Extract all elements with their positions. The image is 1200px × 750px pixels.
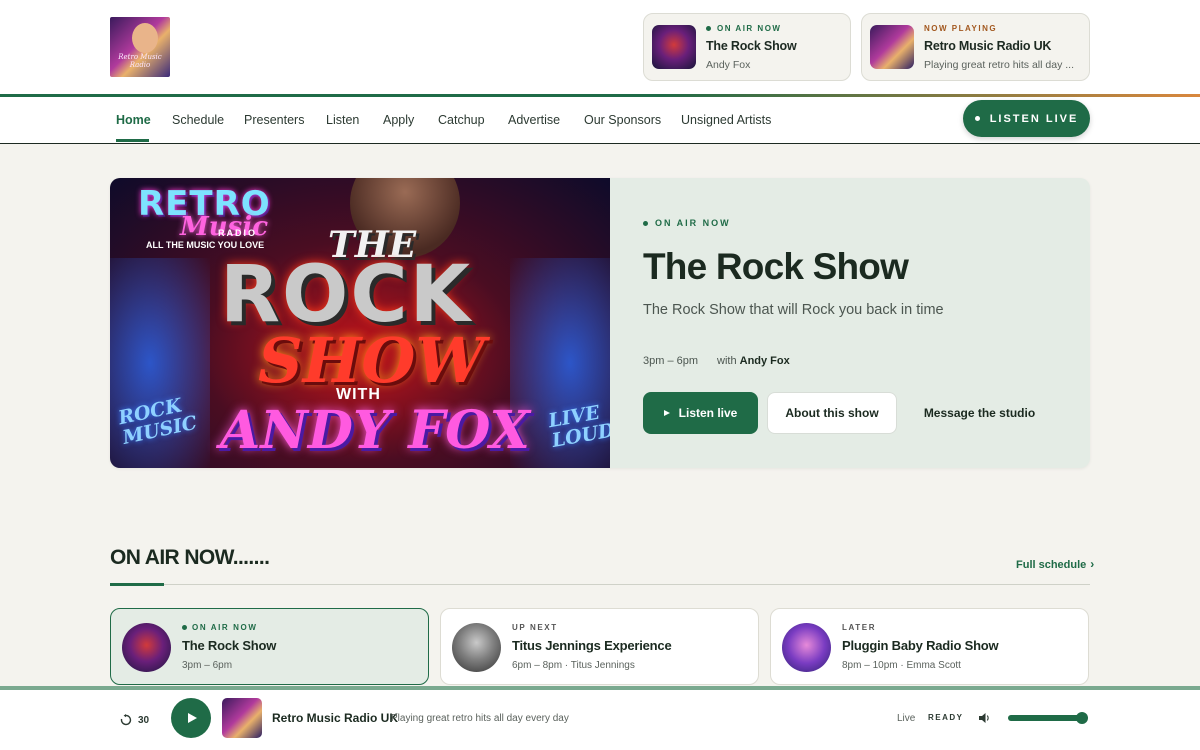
artwork-tagline: ALL THE MUSIC YOU LOVE [146, 240, 265, 250]
player-station-subtitle: Playing great retro hits all day every d… [391, 713, 569, 724]
slot-title: The Rock Show [182, 638, 277, 653]
slot-meta: 8pm – 10pm · Emma Scott [842, 660, 961, 671]
now-playing-subtitle: Playing great retro hits all day ... [924, 59, 1074, 71]
nav-item-listen[interactable]: Listen [326, 113, 359, 127]
hero-panel: RETRO Music RADIO ALL THE MUSIC YOU LOVE… [110, 178, 1090, 468]
hero-show-title: The Rock Show [643, 246, 909, 287]
artwork-presenter-name: ANDY FOX [220, 400, 530, 461]
player-status: READY [928, 713, 964, 722]
nav-item-schedule[interactable]: Schedule [172, 113, 224, 127]
slot-thumbnail [122, 623, 171, 672]
on-air-card-presenter: Andy Fox [706, 59, 751, 71]
nav-item-apply[interactable]: Apply [383, 113, 414, 127]
slot-meta: 6pm – 8pm · Titus Jennings [512, 660, 635, 671]
message-studio-button[interactable]: Message the studio [907, 392, 1052, 434]
schedule-slot-up-next[interactable]: UP NEXT Titus Jennings Experience 6pm – … [440, 608, 759, 685]
hero-show-description: The Rock Show that will Rock you back in… [643, 302, 944, 318]
station-logo[interactable]: Retro Music Radio [110, 17, 170, 77]
player-station-name: Retro Music Radio UK [272, 711, 399, 725]
artwork-radio-text: RADIO [218, 228, 257, 238]
speaker-icon [979, 713, 989, 723]
now-playing-thumbnail [870, 25, 914, 69]
site-header: Retro Music Radio ON AIR NOW The Rock Sh… [0, 0, 1200, 95]
replay-30-label: 30 [138, 714, 150, 726]
now-playing-kicker: NOW PLAYING [924, 24, 998, 33]
on-air-card-title: The Rock Show [706, 39, 797, 53]
hero-details: ON AIR NOW The Rock Show The Rock Show t… [610, 178, 1090, 468]
now-playing-card[interactable]: NOW PLAYING Retro Music Radio UK Playing… [861, 13, 1090, 81]
slot-title: Titus Jennings Experience [512, 638, 672, 653]
slot-kicker: UP NEXT [512, 623, 558, 632]
slot-kicker: LATER [842, 623, 877, 632]
hero-listen-live-button[interactable]: Listen live [643, 392, 758, 434]
slot-title: Pluggin Baby Radio Show [842, 638, 999, 653]
live-dot-icon [643, 221, 648, 227]
replay-30-button[interactable]: 30 [120, 710, 160, 730]
nav-item-home[interactable]: Home [116, 113, 151, 127]
live-dot-icon [182, 625, 187, 631]
slot-thumbnail [452, 623, 501, 672]
volume-slider-fill [1008, 715, 1082, 721]
section-divider-accent [110, 583, 164, 586]
slot-kicker: ON AIR NOW [182, 623, 257, 632]
full-schedule-link[interactable]: Full schedule › [1016, 557, 1094, 571]
on-air-card[interactable]: ON AIR NOW The Rock Show Andy Fox [643, 13, 851, 81]
chevron-right-icon: › [1090, 557, 1095, 571]
hero-presenter-name[interactable]: Andy Fox [740, 355, 790, 367]
listen-live-button[interactable]: LISTEN LIVE [963, 100, 1090, 137]
audio-player-bar: 30 Retro Music Radio UK Playing great re… [0, 690, 1200, 750]
live-dot-icon [974, 116, 980, 121]
on-air-section-title: ON AIR NOW....... [110, 546, 270, 569]
slot-meta: 3pm – 6pm [182, 660, 233, 671]
player-live-label: Live [897, 713, 916, 724]
listen-live-label: LISTEN LIVE [989, 112, 1079, 125]
schedule-slot-current[interactable]: ON AIR NOW The Rock Show 3pm – 6pm [110, 608, 429, 685]
on-air-card-kicker: ON AIR NOW [706, 24, 781, 33]
nav-item-advertise[interactable]: Advertise [508, 113, 560, 127]
about-show-button[interactable]: About this show [767, 392, 897, 434]
replay-30-icon [120, 714, 132, 726]
live-dot-icon [706, 26, 711, 32]
nav-active-indicator [116, 139, 149, 142]
volume-slider[interactable] [1008, 712, 1088, 724]
volume-slider-handle[interactable] [1075, 712, 1088, 724]
logo-portrait [132, 23, 158, 53]
nav-item-our-sponsors[interactable]: Our Sponsors [584, 113, 661, 127]
hero-presenter: with Andy Fox [717, 355, 790, 367]
hero-show-time: 3pm – 6pm [643, 355, 699, 367]
play-button[interactable] [171, 698, 211, 738]
artwork-live-loud-text: LIVE LOUD [546, 401, 610, 452]
slot-thumbnail [782, 623, 831, 672]
schedule-slot-later[interactable]: LATER Pluggin Baby Radio Show 8pm – 10pm… [770, 608, 1089, 685]
now-playing-title: Retro Music Radio UK [924, 39, 1052, 53]
player-thumbnail [222, 698, 262, 738]
hero-listen-live-label: Listen live [678, 406, 738, 420]
nav-item-catchup[interactable]: Catchup [438, 113, 485, 127]
hero-kicker: ON AIR NOW [643, 218, 731, 228]
play-icon [663, 410, 670, 416]
play-icon [188, 713, 197, 723]
logo-text: Retro Music Radio [118, 53, 162, 69]
section-divider [110, 584, 1090, 585]
nav-item-unsigned-artists[interactable]: Unsigned Artists [681, 113, 771, 127]
nav-item-presenters[interactable]: Presenters [244, 113, 304, 127]
volume-button[interactable] [977, 711, 991, 725]
on-air-thumbnail [652, 25, 696, 69]
rock-show-artwork: RETRO Music RADIO ALL THE MUSIC YOU LOVE… [110, 178, 610, 468]
